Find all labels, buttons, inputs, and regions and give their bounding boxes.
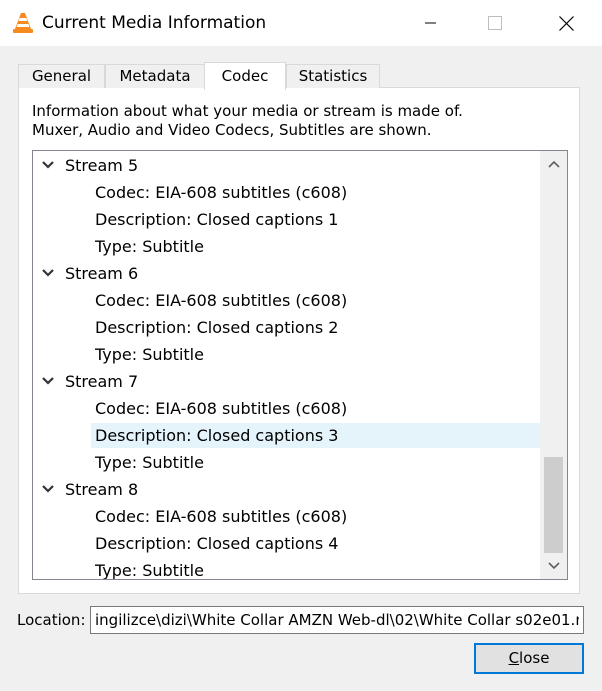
tree-node-stream[interactable]: Stream 5 <box>33 152 541 179</box>
maximize-button[interactable] <box>472 0 518 46</box>
tree-item-label: Description: Closed captions 4 <box>95 534 339 553</box>
tree-node-stream[interactable]: Stream 6 <box>33 260 541 287</box>
tab-general-label: General <box>31 67 92 85</box>
tree-item[interactable]: Description: Closed captions 1 <box>33 206 541 233</box>
stream-label: Stream 7 <box>65 372 139 391</box>
close-accelerator: C <box>508 649 520 667</box>
tab-statistics-label: Statistics <box>298 67 368 85</box>
tree-item-label: Description: Closed captions 2 <box>95 318 339 337</box>
codec-tree[interactable]: Stream 5 Codec: EIA-608 subtitles (c608) D… <box>32 150 568 580</box>
tree-item[interactable]: Type: Subtitle <box>33 557 541 580</box>
chevron-down-icon[interactable] <box>41 159 55 171</box>
tree-item[interactable]: Description: Closed captions 2 <box>33 314 541 341</box>
scroll-thumb[interactable] <box>544 457 563 553</box>
tree-item-label: Codec: EIA-608 subtitles (c608) <box>95 507 348 526</box>
tree-item[interactable]: Description: Closed captions 3 <box>33 422 541 449</box>
tree-node-stream[interactable]: Stream 7 <box>33 368 541 395</box>
location-label: Location: <box>17 611 86 629</box>
tree-node-stream[interactable]: Stream 8 <box>33 476 541 503</box>
chevron-down-icon[interactable] <box>41 375 55 387</box>
chevron-down-icon[interactable] <box>41 267 55 279</box>
tree-item-label: Description: Closed captions 3 <box>95 426 339 445</box>
tab-general[interactable]: General <box>18 64 105 88</box>
info-line-1: Information about what your media or str… <box>32 102 463 120</box>
tab-metadata-label: Metadata <box>119 67 191 85</box>
close-label: lose <box>519 649 550 667</box>
close-window-button[interactable] <box>543 0 589 46</box>
scroll-up-button[interactable] <box>540 151 567 177</box>
tree-item-label: Codec: EIA-608 subtitles (c608) <box>95 291 348 310</box>
maximize-icon <box>488 16 502 30</box>
tree-item-label: Type: Subtitle <box>95 345 204 364</box>
tree-item-label: Codec: EIA-608 subtitles (c608) <box>95 183 348 202</box>
tree-item[interactable]: Codec: EIA-608 subtitles (c608) <box>33 395 541 422</box>
chevron-up-icon <box>547 160 560 168</box>
tree-item-label: Codec: EIA-608 subtitles (c608) <box>95 399 348 418</box>
tab-statistics[interactable]: Statistics <box>286 64 380 88</box>
stream-label: Stream 8 <box>65 480 139 499</box>
chevron-down-icon <box>547 562 560 570</box>
stream-label: Stream 6 <box>65 264 139 283</box>
scroll-track[interactable] <box>540 177 567 553</box>
tree-item[interactable]: Type: Subtitle <box>33 233 541 260</box>
tree-item[interactable]: Type: Subtitle <box>33 449 541 476</box>
tree-item-label: Type: Subtitle <box>95 237 204 256</box>
title-bar: Current Media Information <box>0 0 602 46</box>
location-field[interactable] <box>90 606 584 634</box>
scroll-down-button[interactable] <box>540 553 567 579</box>
tab-codec-label: Codec <box>221 67 269 85</box>
vlc-cone-icon <box>13 13 33 33</box>
minimize-icon <box>425 22 436 24</box>
close-button[interactable]: Close <box>474 643 584 674</box>
tree-item-label: Type: Subtitle <box>95 561 204 580</box>
tree-item[interactable]: Codec: EIA-608 subtitles (c608) <box>33 179 541 206</box>
tree-item-label: Type: Subtitle <box>95 453 204 472</box>
chevron-down-icon[interactable] <box>41 483 55 495</box>
window-title: Current Media Information <box>42 13 267 33</box>
stream-label: Stream 5 <box>65 156 139 175</box>
tab-codec[interactable]: Codec <box>204 62 286 90</box>
tree-item[interactable]: Description: Closed captions 4 <box>33 530 541 557</box>
tree-item[interactable]: Codec: EIA-608 subtitles (c608) <box>33 503 541 530</box>
tab-metadata[interactable]: Metadata <box>105 64 205 88</box>
tree-item[interactable]: Codec: EIA-608 subtitles (c608) <box>33 287 541 314</box>
tree-item[interactable]: Type: Subtitle <box>33 341 541 368</box>
info-line-2: Muxer, Audio and Video Codecs, Subtitles… <box>32 121 432 139</box>
codec-info-text: Information about what your media or str… <box>32 102 463 140</box>
tree-item-label: Description: Closed captions 1 <box>95 210 339 229</box>
vertical-scrollbar[interactable] <box>540 151 567 579</box>
close-icon <box>558 15 574 31</box>
minimize-button[interactable] <box>408 0 454 46</box>
